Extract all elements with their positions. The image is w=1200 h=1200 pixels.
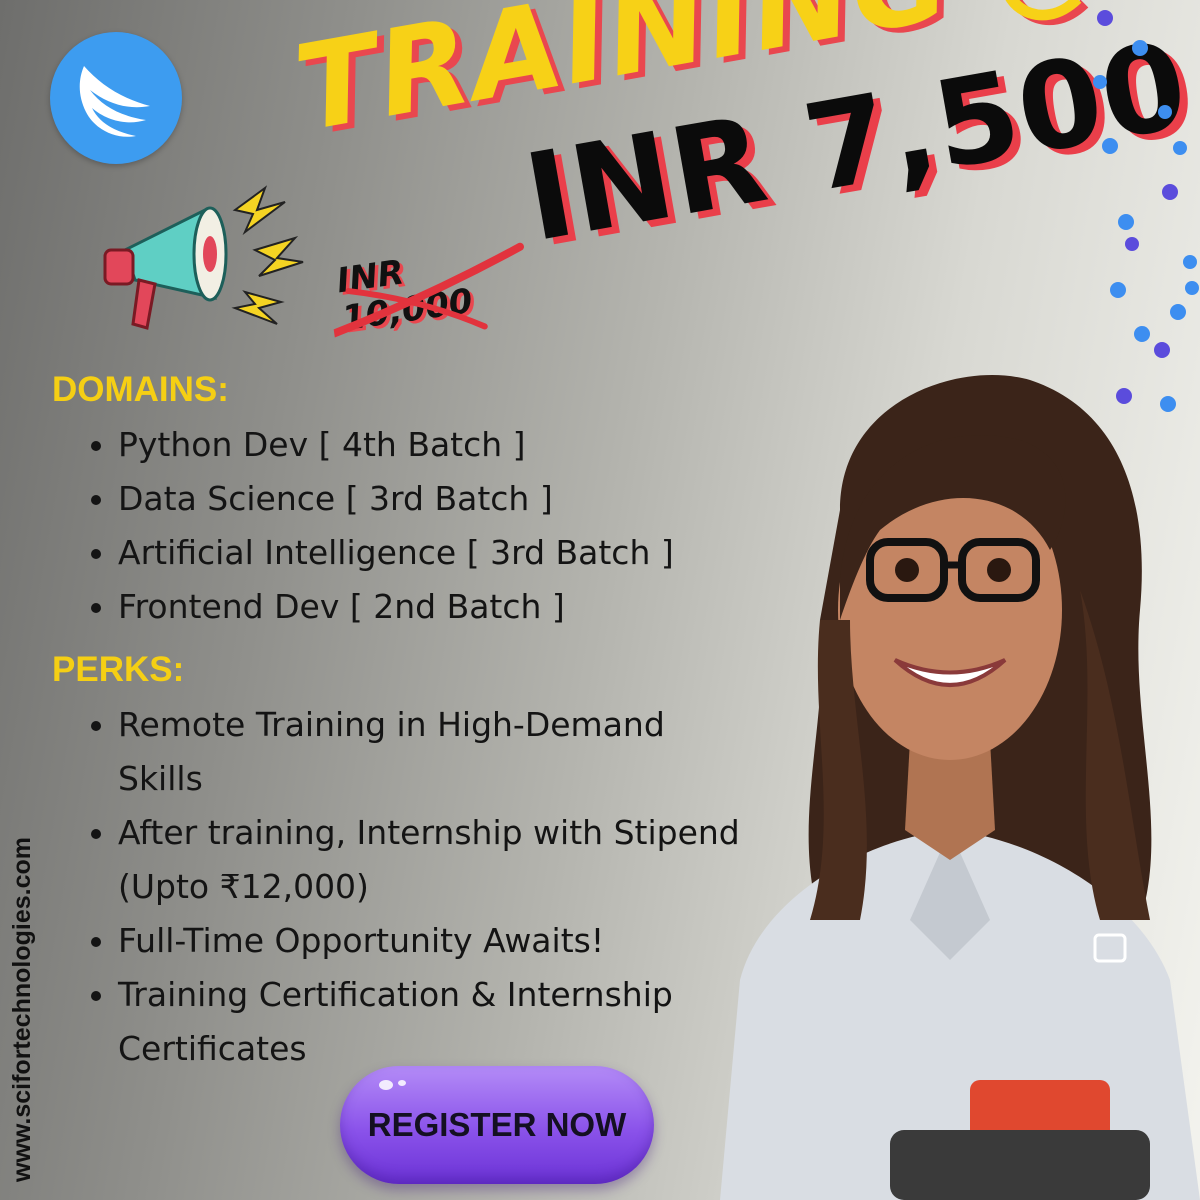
wing-logo-icon xyxy=(79,66,150,137)
brand-logo xyxy=(50,32,182,164)
old-price: INR 10,000 xyxy=(330,236,533,339)
perks-list: Remote Training in High-Demand Skills Af… xyxy=(80,698,758,1076)
smiling-woman-photo xyxy=(720,375,1200,1200)
register-now-button[interactable]: REGISTER NOW xyxy=(340,1066,654,1184)
list-item: Full-Time Opportunity Awaits! xyxy=(118,914,758,968)
register-now-label: REGISTER NOW xyxy=(367,1106,627,1143)
perks-heading: PERKS: xyxy=(52,650,185,689)
button-shine-icon xyxy=(379,1080,406,1090)
domains-heading: DOMAINS: xyxy=(52,370,229,409)
strikethrough-mark xyxy=(330,242,525,338)
list-item: Remote Training in High-Demand Skills xyxy=(118,698,758,806)
list-item: Training Certification & Internship Cert… xyxy=(118,968,758,1076)
website-url[interactable]: www.scifortechnologies.com xyxy=(8,782,37,1182)
list-item: After training, Internship with Stipend … xyxy=(118,806,758,914)
megaphone-icon xyxy=(103,185,304,330)
